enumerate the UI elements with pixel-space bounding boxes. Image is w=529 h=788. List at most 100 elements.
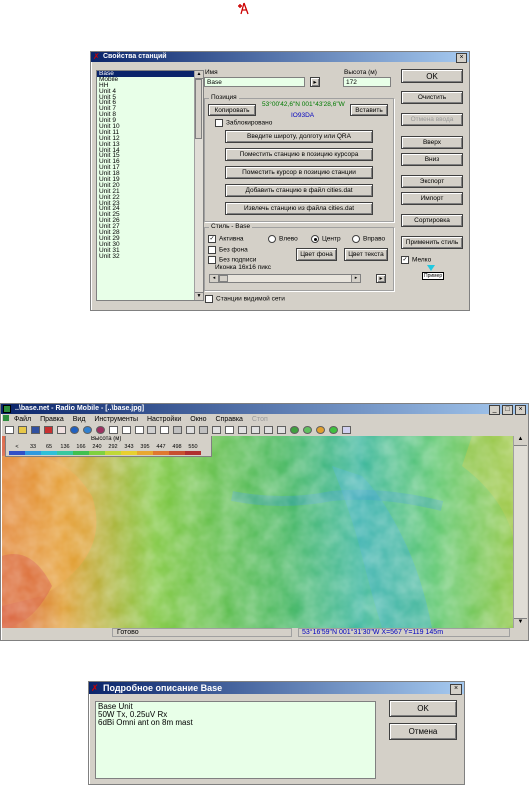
text-color-button[interactable]: Цвет текста: [344, 248, 388, 261]
add-station-icon[interactable]: [236, 1, 250, 15]
print-icon[interactable]: [173, 426, 183, 434]
enter-coordinates-button[interactable]: Введите широту, долготу или QRA: [225, 130, 373, 143]
menu-view[interactable]: Вид: [73, 416, 86, 423]
station-to-cursor-button[interactable]: Поместить станцию в позицию курсора: [225, 148, 373, 161]
polar-coverage-icon[interactable]: [302, 426, 312, 434]
menu-settings[interactable]: Настройки: [147, 416, 181, 423]
height-field[interactable]: 172: [343, 77, 391, 87]
icon-slider[interactable]: ◂ ▸: [209, 274, 361, 283]
export-button[interactable]: Экспорт: [401, 175, 463, 188]
coverage-icon[interactable]: [289, 426, 299, 434]
window-title: ..\base.net - Radio Mobile - [..\base.jp…: [1, 404, 528, 414]
no-caption-checkbox[interactable]: Без подписи: [208, 256, 256, 264]
height-legend: Высота (м) <33 65 136 166 240 292 343 395 447 498…: [5, 436, 212, 457]
rectangle-icon[interactable]: [225, 426, 235, 434]
radio-icon[interactable]: [82, 426, 92, 434]
menu-stop[interactable]: Стоп: [252, 416, 268, 423]
cursor-to-station-button[interactable]: Поместить курсор в позицию станции: [225, 166, 373, 179]
app-icon: ✗: [91, 683, 99, 693]
height-label: Высота (м): [344, 69, 377, 76]
menu-help[interactable]: Справка: [215, 416, 242, 423]
close-icon[interactable]: ×: [450, 684, 462, 695]
add-to-cities-button[interactable]: Добавить станцию в файл cities.dat: [225, 184, 373, 197]
legend-cell: 292: [105, 444, 121, 455]
merge-icon[interactable]: [186, 426, 196, 434]
legend-cell: 498: [169, 444, 185, 455]
terrain-map[interactable]: Высота (м) <33 65 136 166 240 292 343 395 447 498…: [2, 436, 513, 628]
interference-icon[interactable]: [328, 426, 338, 434]
active-checkbox[interactable]: ✓ Активна: [208, 235, 244, 243]
print-preview-icon[interactable]: [199, 426, 209, 434]
sort-button[interactable]: Сортировка: [401, 214, 463, 227]
right-radio[interactable]: Вправо: [352, 235, 385, 243]
add-station-icon[interactable]: [56, 426, 66, 434]
map-icon[interactable]: [95, 426, 105, 434]
picture-icon[interactable]: [134, 426, 144, 434]
no-background-checkbox[interactable]: Без фона: [208, 246, 248, 254]
map-scrollbar-vertical[interactable]: ▲ ▼: [513, 436, 527, 628]
menu-window[interactable]: Окно: [190, 416, 206, 423]
find-icon[interactable]: [238, 426, 248, 434]
grid-icon[interactable]: [264, 426, 274, 434]
open-file-icon[interactable]: [17, 426, 27, 434]
menu-file[interactable]: Файл: [14, 416, 31, 423]
station-list-item[interactable]: Unit 32: [97, 253, 203, 260]
icon-next-button[interactable]: ▸: [376, 274, 386, 283]
list-scrollbar[interactable]: ▲ ▼: [194, 71, 203, 300]
window-controls[interactable]: _ □ ×: [489, 405, 526, 415]
maximize-icon[interactable]: □: [502, 405, 514, 415]
radio-link-icon[interactable]: [277, 426, 287, 434]
status-ready: Готово: [112, 628, 292, 637]
name-field[interactable]: Base: [204, 77, 305, 87]
zoom-icon[interactable]: [251, 426, 261, 434]
background-color-button[interactable]: Цвет фона: [296, 248, 337, 261]
close-icon[interactable]: ×: [515, 405, 526, 415]
copy-icon[interactable]: [121, 426, 131, 434]
status-coordinates: 53°16'59"N 001°31'30"W X=567 Y=119 145m: [298, 628, 510, 637]
calculator-icon[interactable]: [212, 426, 222, 434]
move-down-button[interactable]: Вниз: [401, 153, 463, 166]
paste-button[interactable]: Вставить: [350, 104, 388, 116]
copy-button[interactable]: Копировать: [208, 104, 256, 116]
small-checkbox[interactable]: ✓ Мелко: [401, 256, 431, 264]
window-icon[interactable]: [108, 426, 118, 434]
name-dropdown-button[interactable]: ▸: [310, 77, 320, 87]
station-list[interactable]: Base Mobile HH Unit 4 Unit 5 Unit 6 Unit 7 Unit…: [96, 70, 204, 301]
center-radio[interactable]: Центр: [311, 235, 341, 243]
antenna-icon[interactable]: [341, 426, 351, 434]
clear-button[interactable]: Очистить: [401, 91, 463, 104]
import-button[interactable]: Импорт: [401, 192, 463, 205]
legend-cell: 447: [153, 444, 169, 455]
description-text-area[interactable]: Base Unit 50W Tx, 0.25uV Rx 6dBi Omni an…: [95, 701, 376, 779]
app-icon: [3, 405, 11, 413]
legend-title: Высота (м): [91, 436, 122, 442]
left-radio[interactable]: Влево: [268, 235, 298, 243]
locked-checkbox[interactable]: Заблокировано: [215, 119, 272, 127]
station-marker-icon: [427, 265, 435, 271]
extract-from-cities-button[interactable]: Извлечь станцию из файла cities.dat: [225, 202, 373, 215]
disk-icon[interactable]: [147, 426, 157, 434]
delete-icon[interactable]: [160, 426, 170, 434]
icon-size-label: Иконка 16x16 пикс: [215, 264, 272, 271]
ok-button[interactable]: OK: [401, 69, 463, 83]
minimize-icon[interactable]: _: [489, 405, 501, 415]
new-file-icon[interactable]: [5, 426, 14, 434]
legend-cell: 550: [185, 444, 201, 455]
network-icon[interactable]: [43, 426, 53, 434]
globe-icon[interactable]: [69, 426, 79, 434]
move-up-button[interactable]: Вверх: [401, 136, 463, 149]
menu-tools[interactable]: Инструменты: [94, 416, 138, 423]
cancel-input-button[interactable]: Отмена ввода: [401, 113, 463, 126]
visible-net-checkbox[interactable]: Станции видимой сети: [205, 295, 285, 303]
qra-text: IO93DA: [291, 112, 315, 119]
ok-button[interactable]: OK: [389, 700, 457, 717]
menu-edit[interactable]: Правка: [40, 416, 64, 423]
cancel-button[interactable]: Отмена: [389, 723, 457, 740]
save-icon[interactable]: [30, 426, 40, 434]
cartesian-coverage-icon[interactable]: [315, 426, 325, 434]
apply-style-button[interactable]: Применить стиль: [401, 236, 463, 249]
close-icon[interactable]: ×: [456, 53, 467, 63]
legend-cell: 240: [89, 444, 105, 455]
sample-preview: Пример: [422, 272, 445, 280]
app-icon: ✗: [93, 52, 100, 61]
